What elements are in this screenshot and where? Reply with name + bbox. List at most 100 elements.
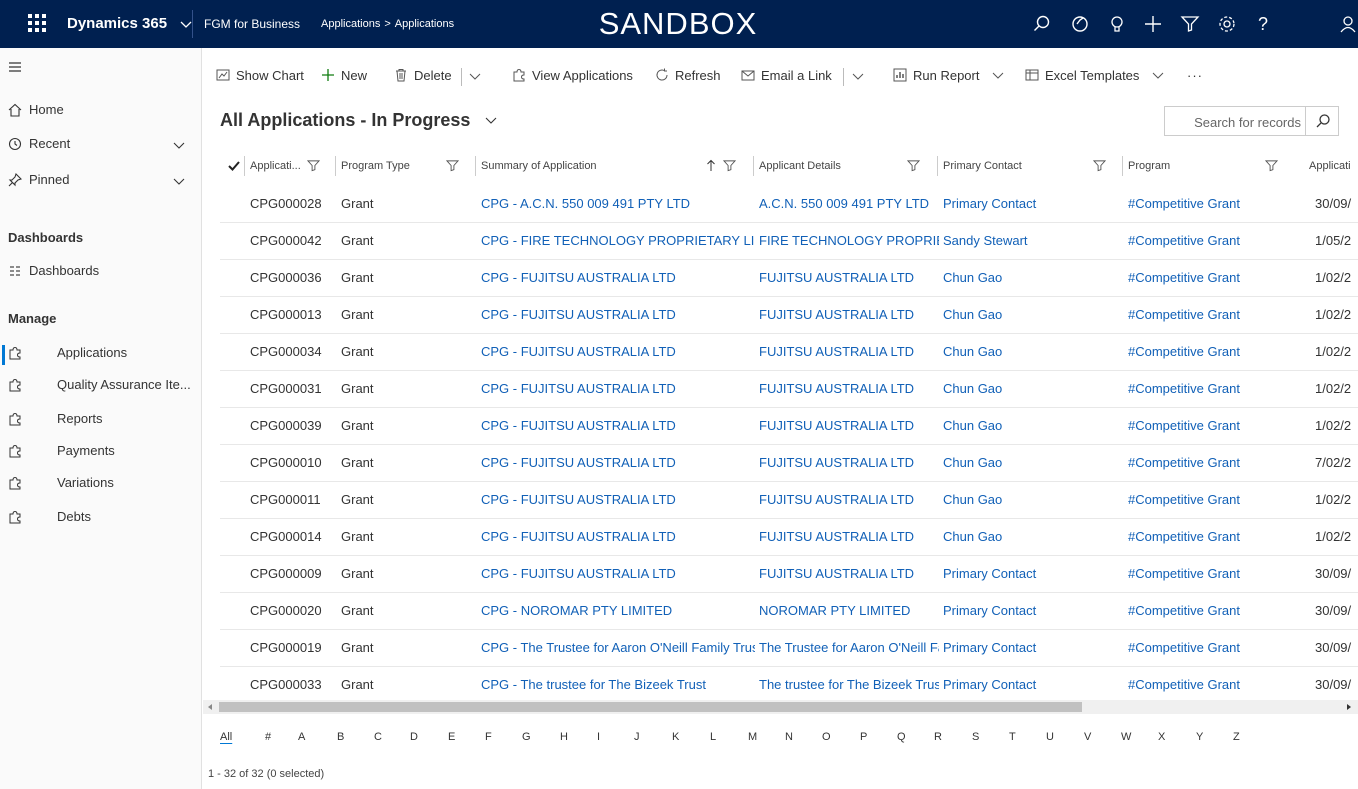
alpha-filter-letter[interactable]: G: [522, 724, 531, 750]
cell-applicant-link[interactable]: FUJITSU AUSTRALIA LTD: [759, 482, 939, 518]
cell-applicant-link[interactable]: FIRE TECHNOLOGY PROPRIETA: [759, 223, 939, 259]
sidebar-item-pinned[interactable]: Pinned: [0, 165, 201, 195]
cell-summary-link[interactable]: CPG - FUJITSU AUSTRALIA LTD: [481, 482, 755, 518]
table-row[interactable]: CPG000039 Grant CPG - FUJITSU AUSTRALIA LT…: [220, 408, 1358, 445]
alpha-filter-letter[interactable]: J: [634, 724, 640, 750]
cell-applicant-link[interactable]: The Trustee for Aaron O'Neill Fa: [759, 630, 939, 666]
alpha-filter-letter[interactable]: Q: [897, 724, 906, 750]
new-button[interactable]: New: [321, 58, 367, 94]
sidebar-item-dashboards[interactable]: Dashboards: [0, 256, 201, 286]
alpha-filter-letter[interactable]: F: [485, 724, 492, 750]
alpha-filter-letter[interactable]: H: [560, 724, 568, 750]
filter-icon[interactable]: [1180, 14, 1200, 34]
cell-summary-link[interactable]: CPG - FUJITSU AUSTRALIA LTD: [481, 408, 755, 444]
cell-summary-link[interactable]: CPG - FIRE TECHNOLOGY PROPRIETARY LIMITE: [481, 223, 755, 259]
activity-icon[interactable]: [1070, 14, 1090, 34]
cell-contact-link[interactable]: Chun Gao: [943, 260, 1123, 296]
app-launcher-icon[interactable]: [28, 14, 46, 32]
cell-contact-link[interactable]: Chun Gao: [943, 297, 1123, 333]
lightbulb-icon[interactable]: [1107, 14, 1127, 34]
cell-contact-link[interactable]: Chun Gao: [943, 445, 1123, 481]
sidebar-item-recent[interactable]: Recent: [0, 129, 201, 159]
plus-icon[interactable]: [1143, 14, 1163, 34]
alpha-filter-letter[interactable]: #: [265, 724, 271, 750]
cell-contact-link[interactable]: Chun Gao: [943, 519, 1123, 555]
table-row[interactable]: CPG000020 Grant CPG - NOROMAR PTY LIMITED N…: [220, 593, 1358, 630]
app-switcher[interactable]: Dynamics 365: [67, 0, 193, 48]
column-header-applicant-details[interactable]: Applicant Details: [753, 146, 934, 186]
alpha-filter-letter[interactable]: K: [672, 724, 679, 750]
alpha-filter-letter[interactable]: E: [448, 724, 455, 750]
cell-program-link[interactable]: #Competitive Grant: [1128, 445, 1308, 481]
cell-applicant-link[interactable]: FUJITSU AUSTRALIA LTD: [759, 519, 939, 555]
alpha-filter-letter[interactable]: V: [1084, 724, 1091, 750]
select-all-checkbox[interactable]: [227, 159, 241, 173]
chevron-down-icon[interactable]: [851, 69, 865, 83]
cell-contact-link[interactable]: Primary Contact: [943, 186, 1123, 222]
table-row[interactable]: CPG000034 Grant CPG - FUJITSU AUSTRALIA LT…: [220, 334, 1358, 371]
cell-program-link[interactable]: #Competitive Grant: [1128, 408, 1308, 444]
cell-contact-link[interactable]: Chun Gao: [943, 334, 1123, 370]
table-row[interactable]: CPG000019 Grant CPG - The Trustee for Aaro…: [220, 630, 1358, 667]
column-header-application-number[interactable]: Applicati...: [244, 146, 325, 186]
more-commands-button[interactable]: ···: [1187, 58, 1203, 94]
alpha-filter-letter[interactable]: C: [374, 724, 382, 750]
sidebar-item-quality-assurance[interactable]: Quality Assurance Ite...: [0, 370, 201, 400]
cell-contact-link[interactable]: Chun Gao: [943, 371, 1123, 407]
cell-program-link[interactable]: #Competitive Grant: [1128, 334, 1308, 370]
cell-applicant-link[interactable]: FUJITSU AUSTRALIA LTD: [759, 371, 939, 407]
cell-applicant-link[interactable]: FUJITSU AUSTRALIA LTD: [759, 297, 939, 333]
cell-summary-link[interactable]: CPG - FUJITSU AUSTRALIA LTD: [481, 260, 755, 296]
alpha-filter-letter[interactable]: P: [860, 724, 867, 750]
cell-contact-link[interactable]: Primary Contact: [943, 556, 1123, 592]
cell-program-link[interactable]: #Competitive Grant: [1128, 593, 1308, 629]
cell-program-link[interactable]: #Competitive Grant: [1128, 297, 1308, 333]
table-row[interactable]: CPG000033 Grant CPG - The trustee for The …: [220, 667, 1358, 704]
alpha-filter-letter[interactable]: X: [1158, 724, 1165, 750]
run-report-button[interactable]: Run Report: [893, 58, 1005, 94]
cell-program-link[interactable]: #Competitive Grant: [1128, 223, 1308, 259]
cell-program-link[interactable]: #Competitive Grant: [1128, 371, 1308, 407]
search-icon[interactable]: [1032, 14, 1052, 34]
table-row[interactable]: CPG000009 Grant CPG - FUJITSU AUSTRALIA LT…: [220, 556, 1358, 593]
scroll-left-icon[interactable]: [205, 702, 215, 712]
table-row[interactable]: CPG000011 Grant CPG - FUJITSU AUSTRALIA LT…: [220, 482, 1358, 519]
cell-contact-link[interactable]: Primary Contact: [943, 630, 1123, 666]
table-row[interactable]: CPG000010 Grant CPG - FUJITSU AUSTRALIA LT…: [220, 445, 1358, 482]
cell-summary-link[interactable]: CPG - A.C.N. 550 009 491 PTY LTD: [481, 186, 755, 222]
cell-applicant-link[interactable]: FUJITSU AUSTRALIA LTD: [759, 556, 939, 592]
alpha-filter-letter[interactable]: N: [785, 724, 793, 750]
column-header-program-type[interactable]: Program Type: [335, 146, 471, 186]
cell-applicant-link[interactable]: FUJITSU AUSTRALIA LTD: [759, 260, 939, 296]
cell-program-link[interactable]: #Competitive Grant: [1128, 260, 1308, 296]
show-chart-button[interactable]: Show Chart: [216, 58, 304, 94]
column-header-summary[interactable]: Summary of Application: [475, 146, 751, 186]
search-button[interactable]: [1305, 107, 1339, 135]
excel-templates-button[interactable]: Excel Templates: [1025, 58, 1165, 94]
cell-contact-link[interactable]: Primary Contact: [943, 667, 1123, 703]
alpha-filter-letter[interactable]: B: [337, 724, 344, 750]
alpha-filter-letter[interactable]: L: [710, 724, 716, 750]
scroll-right-icon[interactable]: [1344, 702, 1354, 712]
alpha-filter-letter[interactable]: I: [597, 724, 600, 750]
cell-summary-link[interactable]: CPG - FUJITSU AUSTRALIA LTD: [481, 371, 755, 407]
cell-program-link[interactable]: #Competitive Grant: [1128, 186, 1308, 222]
sidebar-item-debts[interactable]: Debts: [0, 502, 201, 532]
cell-applicant-link[interactable]: A.C.N. 550 009 491 PTY LTD: [759, 186, 939, 222]
alpha-filter-letter[interactable]: Y: [1196, 724, 1203, 750]
email-link-button[interactable]: Email a Link: [741, 58, 832, 94]
cell-program-link[interactable]: #Competitive Grant: [1128, 519, 1308, 555]
table-row[interactable]: CPG000031 Grant CPG - FUJITSU AUSTRALIA LT…: [220, 371, 1358, 408]
view-selector[interactable]: All Applications - In Progress: [220, 110, 499, 131]
view-applications-button[interactable]: View Applications: [512, 58, 633, 94]
column-header-application-date[interactable]: Applicati: [1309, 146, 1358, 186]
cell-summary-link[interactable]: CPG - The Trustee for Aaron O'Neill Fami…: [481, 630, 755, 666]
alpha-filter-letter[interactable]: D: [410, 724, 418, 750]
cell-summary-link[interactable]: CPG - FUJITSU AUSTRALIA LTD: [481, 297, 755, 333]
breadcrumb-item[interactable]: Applications: [321, 18, 380, 30]
sidebar-item-reports[interactable]: Reports: [0, 404, 201, 434]
user-icon[interactable]: [1338, 14, 1358, 34]
cell-summary-link[interactable]: CPG - The trustee for The Bizeek Trust: [481, 667, 755, 703]
cell-contact-link[interactable]: Chun Gao: [943, 482, 1123, 518]
chevron-down-icon[interactable]: [172, 174, 186, 188]
